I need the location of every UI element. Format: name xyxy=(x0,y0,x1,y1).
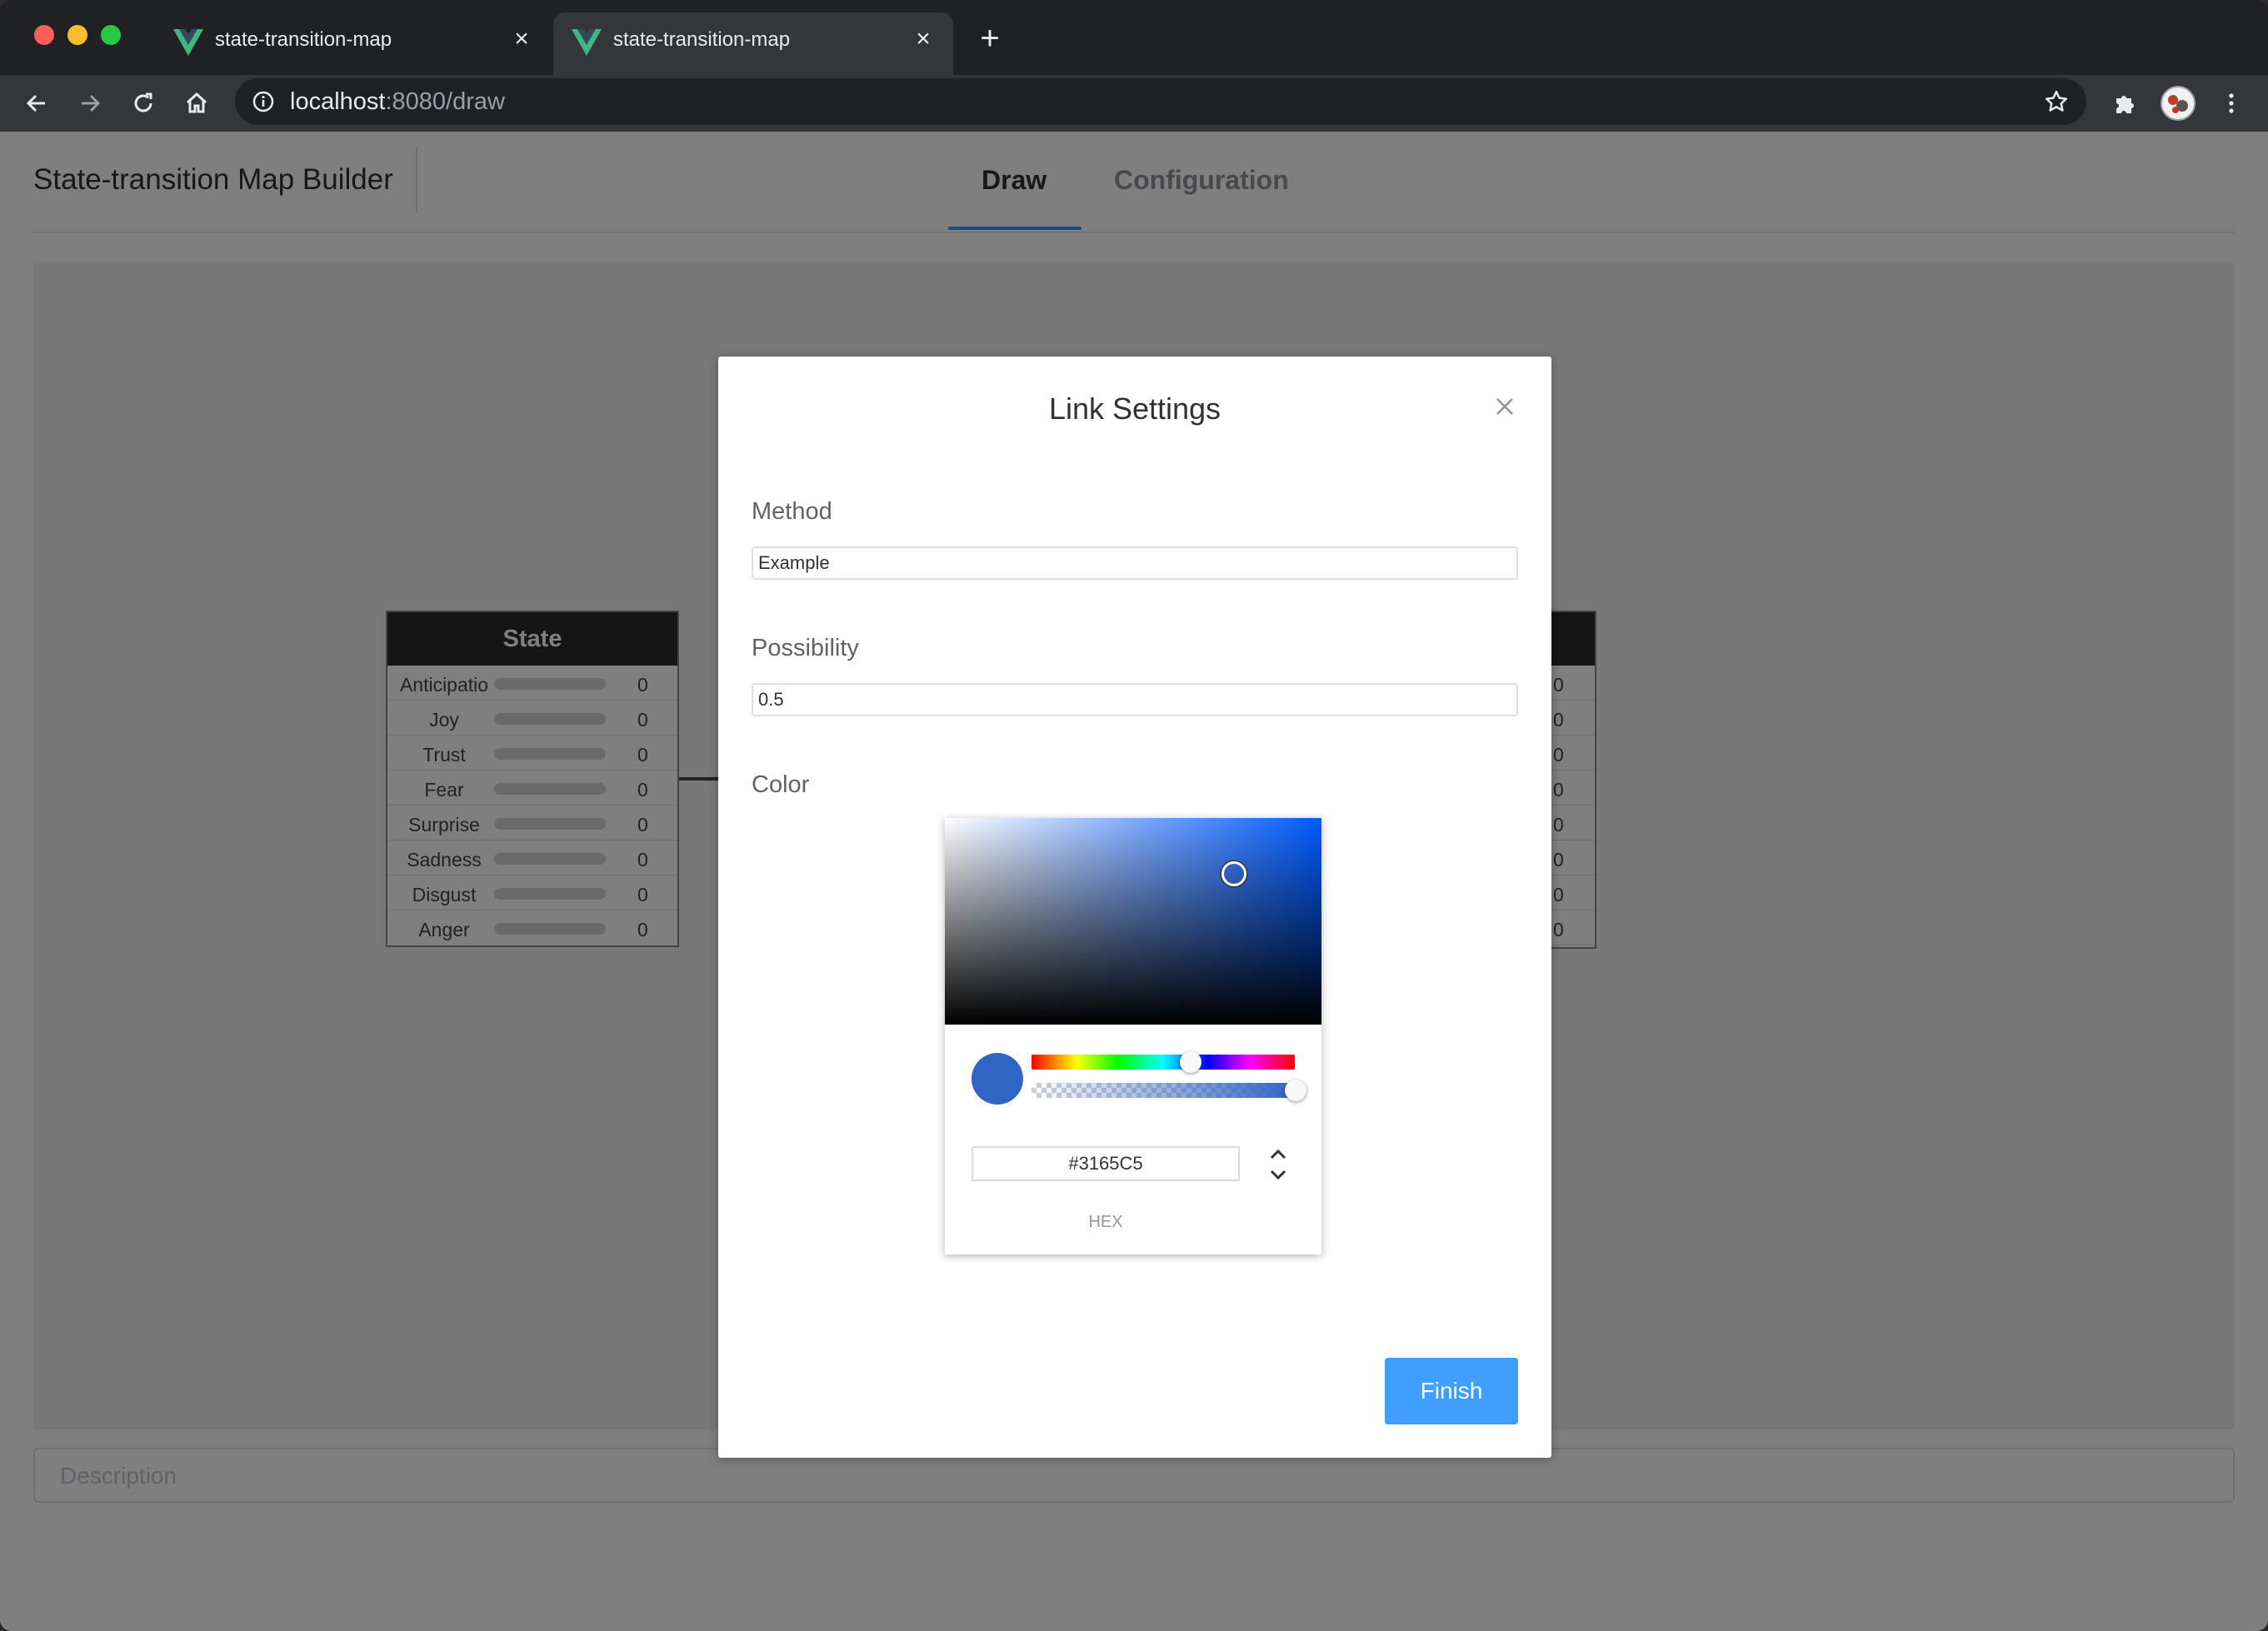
address-bar[interactable]: localhost:8080/draw xyxy=(235,78,2086,125)
url-path: :8080/draw xyxy=(385,88,505,115)
profile-avatar-icon[interactable] xyxy=(2160,85,2196,122)
tab-title: state-transition-map xyxy=(613,28,791,51)
info-icon[interactable] xyxy=(252,90,275,113)
vue-logo-icon xyxy=(572,29,602,56)
browser-window: state-transition-map × state-transition-… xyxy=(0,0,2268,1631)
zoom-window-button[interactable] xyxy=(101,25,121,45)
finish-button[interactable]: Finish xyxy=(1385,1358,1518,1424)
possibility-input[interactable] xyxy=(752,683,1518,716)
browser-toolbar: localhost:8080/draw xyxy=(0,75,2268,132)
possibility-label: Possibility xyxy=(752,635,859,661)
forward-arrow-icon[interactable] xyxy=(72,85,108,122)
minimize-window-button[interactable] xyxy=(67,25,87,45)
close-tab-icon[interactable]: × xyxy=(507,24,537,54)
url-text: localhost:8080/draw xyxy=(290,88,505,116)
format-toggle-chevron-icon[interactable] xyxy=(1263,1145,1293,1185)
back-arrow-icon[interactable] xyxy=(18,85,55,122)
method-input[interactable] xyxy=(752,546,1518,580)
method-label: Method xyxy=(752,498,832,525)
url-host: localhost xyxy=(290,88,386,115)
browser-tab-1[interactable]: state-transition-map × xyxy=(155,12,552,75)
color-label: Color xyxy=(752,771,810,798)
color-swatch xyxy=(972,1053,1023,1105)
link-settings-dialog: Link Settings Method Possibility Color xyxy=(718,357,1551,1458)
vue-logo-icon xyxy=(173,29,203,56)
close-icon[interactable] xyxy=(1488,390,1521,423)
bookmark-star-icon[interactable] xyxy=(2043,88,2070,115)
tab-title: state-transition-map xyxy=(215,28,392,51)
color-picker: HEX xyxy=(945,818,1321,1254)
extensions-puzzle-icon[interactable] xyxy=(2106,85,2143,122)
browser-menu-icon[interactable] xyxy=(2213,85,2250,122)
tab-strip: state-transition-map × state-transition-… xyxy=(0,0,2268,75)
hue-slider-thumb[interactable] xyxy=(1180,1051,1201,1073)
close-tab-icon[interactable]: × xyxy=(908,24,938,54)
dialog-title: Link Settings xyxy=(1048,392,1221,426)
hex-input[interactable] xyxy=(972,1146,1240,1181)
new-tab-plus-icon[interactable]: + xyxy=(973,22,1007,55)
hue-slider[interactable] xyxy=(1032,1055,1295,1070)
alpha-slider-thumb[interactable] xyxy=(1285,1080,1306,1101)
saturation-value-area[interactable] xyxy=(945,818,1321,1025)
home-icon[interactable] xyxy=(178,85,215,122)
hex-format-label: HEX xyxy=(1088,1213,1123,1231)
browser-tab-2[interactable]: state-transition-map × xyxy=(553,12,953,75)
alpha-slider[interactable] xyxy=(1032,1083,1295,1098)
reload-icon[interactable] xyxy=(125,85,162,122)
close-window-button[interactable] xyxy=(34,25,54,45)
saturation-cursor[interactable] xyxy=(1221,861,1246,886)
